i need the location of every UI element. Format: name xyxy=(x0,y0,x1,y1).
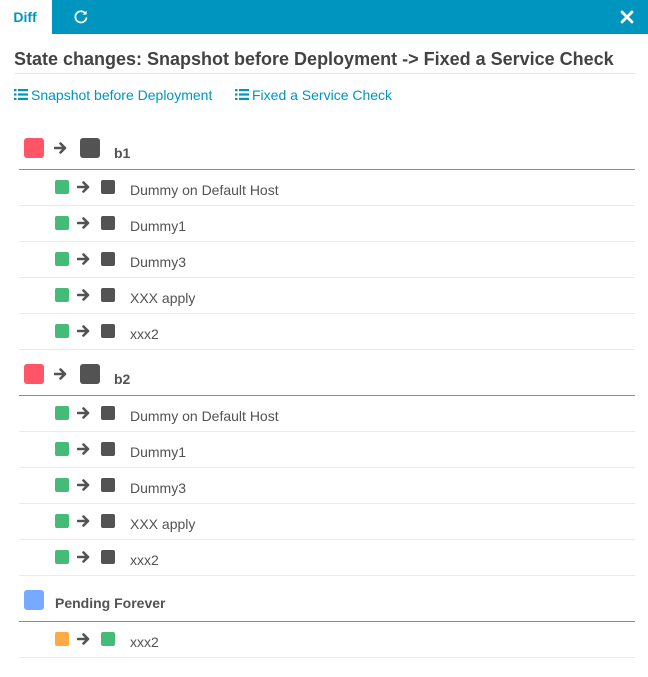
list-icon xyxy=(14,89,28,100)
item-name: XXX apply xyxy=(130,290,196,306)
state-to-badge xyxy=(101,406,115,420)
arrow-right-icon xyxy=(76,442,91,461)
group-header[interactable]: b2 xyxy=(19,359,635,396)
state-to-badge xyxy=(101,288,115,302)
list-item[interactable]: Dummy3 xyxy=(19,242,635,278)
state-to-badge xyxy=(101,632,115,646)
state-from-badge xyxy=(55,442,69,456)
list-item[interactable]: Dummy on Default Host xyxy=(19,170,635,206)
group-header[interactable]: Pending Forever xyxy=(19,585,635,622)
title-divider xyxy=(14,73,635,74)
state-to-badge xyxy=(101,550,115,564)
from-snapshot-label: Snapshot before Deployment xyxy=(31,87,213,103)
arrow-right-icon xyxy=(76,324,91,343)
list-icon xyxy=(235,89,249,100)
state-from-badge xyxy=(55,324,69,338)
state-to-badge xyxy=(80,364,100,384)
item-name: xxx2 xyxy=(130,634,159,650)
state-to-badge xyxy=(101,180,115,194)
arrow-right-icon xyxy=(76,406,91,425)
refresh-icon[interactable] xyxy=(71,7,91,27)
item-name: Dummy3 xyxy=(130,480,187,496)
item-name: Dummy1 xyxy=(130,218,187,234)
arrow-right-icon xyxy=(76,180,91,199)
arrow-right-icon xyxy=(76,288,91,307)
close-icon[interactable] xyxy=(619,9,635,25)
tab-bar: Diff xyxy=(0,0,648,34)
item-name: xxx2 xyxy=(130,552,159,568)
state-from-badge xyxy=(24,364,44,384)
arrow-right-icon xyxy=(53,141,68,160)
arrow-right-icon xyxy=(76,252,91,271)
state-to-badge xyxy=(101,216,115,230)
list-item[interactable]: xxx2 xyxy=(19,314,635,350)
state-to-badge xyxy=(101,514,115,528)
item-name: XXX apply xyxy=(130,516,196,532)
arrow-right-icon xyxy=(53,367,68,386)
state-to-badge xyxy=(101,442,115,456)
to-snapshot-label: Fixed a Service Check xyxy=(252,87,393,103)
state-from-badge xyxy=(55,478,69,492)
state-from-badge xyxy=(55,550,69,564)
list-item[interactable]: Dummy1 xyxy=(19,432,635,468)
list-item[interactable]: Dummy on Default Host xyxy=(19,396,635,432)
from-snapshot-link[interactable]: Snapshot before Deployment xyxy=(14,86,224,104)
state-to-badge xyxy=(101,478,115,492)
state-from-badge xyxy=(24,138,44,158)
state-from-badge xyxy=(55,632,69,646)
state-from-badge xyxy=(55,216,69,230)
state-from-badge xyxy=(55,252,69,266)
state-to-badge xyxy=(101,252,115,266)
group-name: b1 xyxy=(114,145,131,161)
to-snapshot-link[interactable]: Fixed a Service Check xyxy=(235,86,405,104)
list-item[interactable]: XXX apply xyxy=(19,278,635,314)
list-item[interactable]: Dummy3 xyxy=(19,468,635,504)
arrow-right-icon xyxy=(76,478,91,497)
item-name: Dummy on Default Host xyxy=(130,182,279,198)
list-item[interactable]: xxx2 xyxy=(19,622,635,658)
item-name: xxx2 xyxy=(130,326,159,342)
group-name: b2 xyxy=(114,371,131,387)
item-name: Dummy3 xyxy=(130,254,187,270)
group-name: Pending Forever xyxy=(55,595,166,611)
state-from-badge xyxy=(55,180,69,194)
item-name: Dummy on Default Host xyxy=(130,408,279,424)
state-to-badge xyxy=(101,324,115,338)
arrow-right-icon xyxy=(76,216,91,235)
state-from-badge xyxy=(55,406,69,420)
state-to-badge xyxy=(80,138,100,158)
state-from-badge xyxy=(24,590,44,610)
group-header[interactable]: b1 xyxy=(19,133,635,170)
state-from-badge xyxy=(55,288,69,302)
arrow-right-icon xyxy=(76,632,91,651)
arrow-right-icon xyxy=(76,550,91,569)
list-item[interactable]: xxx2 xyxy=(19,540,635,576)
page-title: State changes: Snapshot before Deploymen… xyxy=(14,49,614,69)
arrow-right-icon xyxy=(76,514,91,533)
list-item[interactable]: Dummy1 xyxy=(19,206,635,242)
tab-diff[interactable]: Diff xyxy=(0,0,52,34)
item-name: Dummy1 xyxy=(130,444,187,460)
tab-diff-label: Diff xyxy=(13,9,37,25)
list-item[interactable]: XXX apply xyxy=(19,504,635,540)
state-from-badge xyxy=(55,514,69,528)
